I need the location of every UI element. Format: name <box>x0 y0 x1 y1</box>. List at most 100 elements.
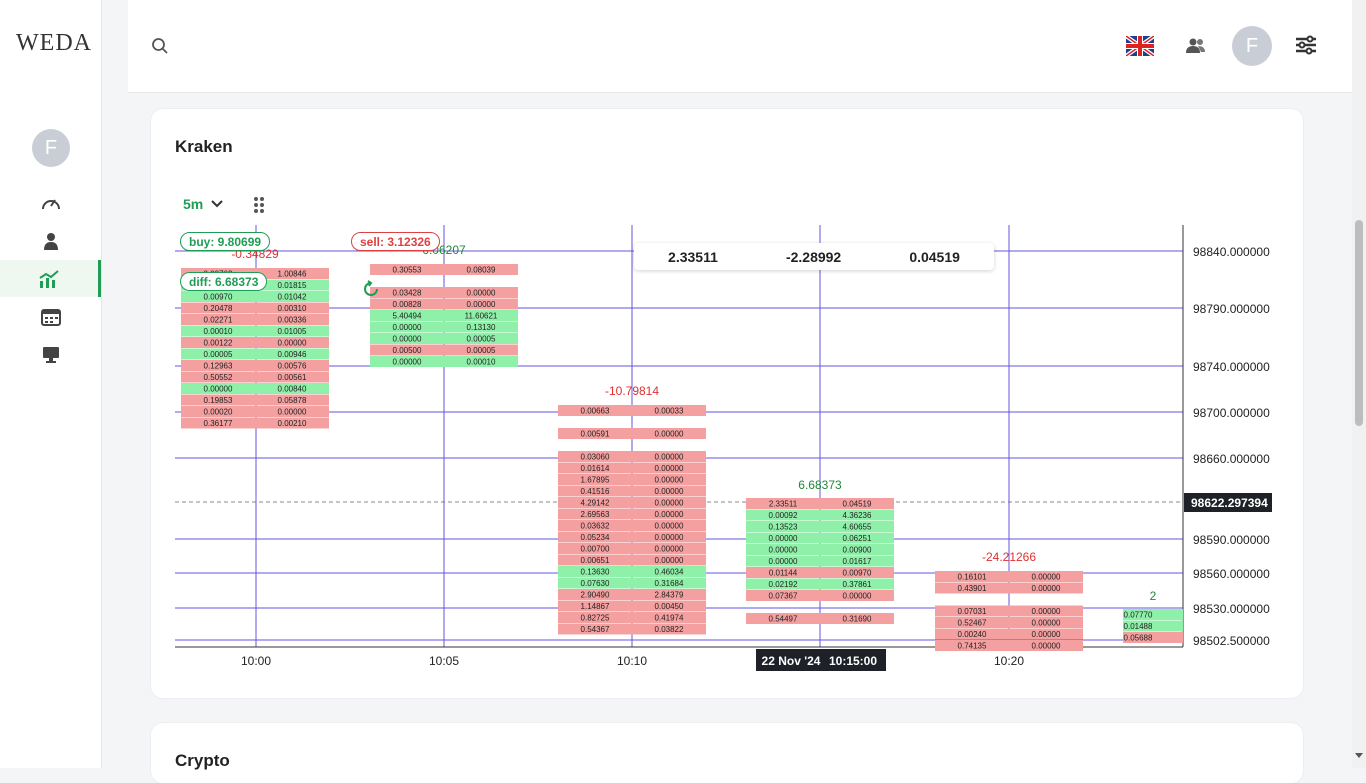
last-price-label: 98622.297394 <box>1191 496 1268 510</box>
stats-panel: 2.33511 -2.28992 0.04519 <box>634 243 994 270</box>
footprint-bid: 1.67895 <box>581 476 610 485</box>
footprint-ask: 0.31684 <box>655 579 684 588</box>
footprint-ask: 0.00000 <box>467 300 496 309</box>
footprint-bid: 0.19853 <box>204 396 233 405</box>
reset-icon[interactable] <box>362 280 380 298</box>
footprint-bid: 0.00000 <box>204 385 233 394</box>
footprint-bid: 0.01488 <box>1124 622 1153 631</box>
footprint-bid: 0.00240 <box>958 630 987 639</box>
footprint-ask: 0.00946 <box>278 350 307 359</box>
y-tick-label: 98700.000000 <box>1193 406 1270 420</box>
footprint-ask: 0.00000 <box>843 592 872 601</box>
footprint-ask: 0.01617 <box>843 557 872 566</box>
footprint-ask: 0.00970 <box>843 569 872 578</box>
footprint-ask: 0.00000 <box>655 510 684 519</box>
y-tick-label: 98502.500000 <box>1193 634 1270 648</box>
buy-badge: buy: 9.80699 <box>180 232 271 251</box>
footprint-bid: 0.13523 <box>769 523 798 532</box>
crosshair-date: 22 Nov '24 <box>762 654 821 668</box>
footprint-ask: 0.46034 <box>655 568 684 577</box>
y-tick-label: 98740.000000 <box>1193 360 1270 374</box>
footprint-bid: 0.00663 <box>581 407 610 416</box>
sell-badge: sell: 3.12326 <box>351 232 440 251</box>
stat-c: 0.04519 <box>909 248 960 265</box>
footprint-bid: 0.07031 <box>958 607 987 616</box>
footprint-bid: 4.29142 <box>581 499 610 508</box>
footprint-ask: 0.00000 <box>655 522 684 531</box>
footprint-bid: 0.00000 <box>393 323 422 332</box>
footprint-bid: 0.00591 <box>581 430 610 439</box>
footprint-bid: 0.20478 <box>204 304 233 313</box>
footprint-ask: 0.00000 <box>278 339 307 348</box>
footprint-ask: 0.00900 <box>843 546 872 555</box>
footprint-ask: 0.00005 <box>467 346 496 355</box>
footprint-bid: 0.43901 <box>958 584 987 593</box>
footprint-ask: 0.00000 <box>655 453 684 462</box>
footprint-ask: 0.00840 <box>278 385 307 394</box>
footprint-ask: 0.00000 <box>1032 630 1061 639</box>
footprint-ask: 0.00000 <box>655 499 684 508</box>
scroll-down-arrow-icon[interactable] <box>1353 752 1365 760</box>
footprint-ask: 0.00000 <box>1032 584 1061 593</box>
x-tick-label: 10:20 <box>994 654 1024 668</box>
footprint-ask: 0.00310 <box>278 304 307 313</box>
footprint-ask: 0.00000 <box>655 476 684 485</box>
footprint-bid: 0.01614 <box>581 464 610 473</box>
footprint-ask: 0.00000 <box>655 545 684 554</box>
footprint-bid: 0.00828 <box>393 300 422 309</box>
orderflow-chart[interactable]: 98840.000000 98790.000000 98740.000000 9870… <box>0 0 1366 768</box>
footprint-bid: 0.00005 <box>204 350 233 359</box>
footprint-bid: 0.00500 <box>393 346 422 355</box>
footprint-bid: 5.40494 <box>393 312 422 321</box>
crypto-card-title: Crypto <box>175 751 230 770</box>
footprint-bid: 0.16101 <box>958 573 987 582</box>
footprint-bid: 0.03632 <box>581 522 610 531</box>
footprint-bid: 0.00000 <box>769 546 798 555</box>
stat-b: -2.28992 <box>785 248 842 265</box>
y-tick-label: 98660.000000 <box>1193 452 1270 466</box>
footprint-ask: 0.31690 <box>843 615 872 624</box>
footprint-ask: 0.00561 <box>278 373 307 382</box>
footprint-bid: 0.07367 <box>769 592 798 601</box>
footprint-ask: 0.06251 <box>843 534 872 543</box>
footprint-ask: 0.00000 <box>655 430 684 439</box>
footprint-bid: 0.00000 <box>393 335 422 344</box>
footprint-bid: 0.82725 <box>581 614 610 623</box>
footprint-bid: 0.00020 <box>204 408 233 417</box>
column-delta: 2 <box>1150 589 1157 603</box>
y-tick-label: 98790.000000 <box>1193 302 1270 316</box>
footprint-bid: 0.74135 <box>958 642 987 651</box>
footprint-bid: 0.50552 <box>204 373 233 382</box>
footprint-bid: 0.05688 <box>1124 634 1153 643</box>
footprint-ask: 0.05878 <box>278 396 307 405</box>
footprint-ask: 0.00000 <box>1032 642 1061 651</box>
footprint-bid: 0.30553 <box>393 266 422 275</box>
footprint-bid: 0.02271 <box>204 316 233 325</box>
footprint-ask: 0.00000 <box>655 556 684 565</box>
x-tick-label: 10:00 <box>241 654 271 668</box>
footprint-bid: 0.07770 <box>1124 611 1153 620</box>
footprint-bid: 0.00122 <box>204 339 233 348</box>
x-tick-label: 10:10 <box>617 654 647 668</box>
footprint-ask: 0.00000 <box>655 487 684 496</box>
footprint-ask: 0.00000 <box>1032 619 1061 628</box>
crypto-card <box>151 723 1303 783</box>
scrollbar-thumb[interactable] <box>1355 220 1363 426</box>
footprint-ask: 0.00000 <box>655 533 684 542</box>
y-tick-label: 98560.000000 <box>1193 567 1270 581</box>
footprint-ask: 0.00450 <box>655 602 684 611</box>
footprint-ask: 0.00000 <box>278 408 307 417</box>
footprint-bid: 0.05234 <box>581 533 610 542</box>
footprint-bid: 0.00000 <box>769 557 798 566</box>
footprint-bid: 0.36177 <box>204 419 233 428</box>
footprint-bid: 0.00651 <box>581 556 610 565</box>
footprint-ask: 0.00000 <box>1032 573 1061 582</box>
footprint-bid: 1.14867 <box>581 602 610 611</box>
footprint-bid: 0.00092 <box>769 511 798 520</box>
footprint-ask: 0.03822 <box>655 625 684 634</box>
footprint-ask: 0.01042 <box>278 293 307 302</box>
stat-a: 2.33511 <box>668 248 718 265</box>
footprint-ask: 0.00000 <box>1032 607 1061 616</box>
crosshair-time: 10:15:00 <box>829 654 877 668</box>
footprint-bid: 2.90490 <box>581 591 610 600</box>
